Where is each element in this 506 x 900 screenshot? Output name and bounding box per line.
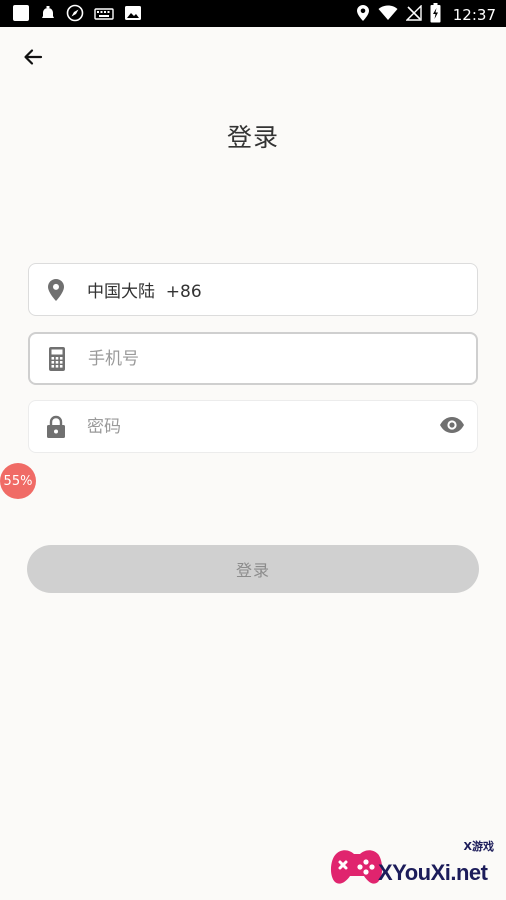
arrow-left-icon — [22, 46, 44, 72]
app-square-icon — [12, 4, 30, 26]
status-bar: 12:37 — [0, 0, 506, 27]
bell-icon — [40, 5, 56, 25]
password-field[interactable] — [28, 400, 478, 453]
region-selector[interactable]: 中国大陆 +86 — [28, 263, 478, 316]
back-button[interactable] — [18, 44, 48, 74]
location-icon — [356, 4, 370, 26]
location-pin-icon — [29, 263, 83, 316]
page-title: 登录 — [226, 123, 279, 152]
no-signal-icon — [405, 4, 422, 25]
password-visibility-toggle[interactable] — [427, 400, 477, 453]
lock-icon — [29, 400, 83, 453]
region-value: 中国大陆 +86 — [87, 282, 202, 302]
watermark: X游戏 XYouXi.net — [328, 836, 498, 894]
gamepad-logo-icon — [328, 842, 384, 892]
phone-icon — [30, 332, 84, 385]
wifi-icon — [378, 5, 398, 25]
battery-charging-icon — [430, 3, 441, 27]
keyboard-icon — [94, 6, 114, 25]
eye-icon — [439, 416, 465, 438]
phone-input[interactable] — [88, 348, 476, 369]
status-bar-left — [12, 4, 142, 26]
progress-badge[interactable]: 55% — [0, 463, 36, 499]
login-button[interactable]: 登录 — [27, 545, 479, 593]
status-time: 12:37 — [452, 6, 496, 24]
watermark-subtext: X游戏 — [463, 840, 494, 853]
password-input[interactable] — [87, 416, 427, 437]
watermark-text: XYouXi.net — [378, 860, 488, 885]
status-bar-right: 12:37 — [356, 3, 496, 27]
phone-field[interactable] — [28, 332, 478, 385]
image-icon — [124, 4, 142, 26]
compass-icon — [66, 4, 84, 26]
